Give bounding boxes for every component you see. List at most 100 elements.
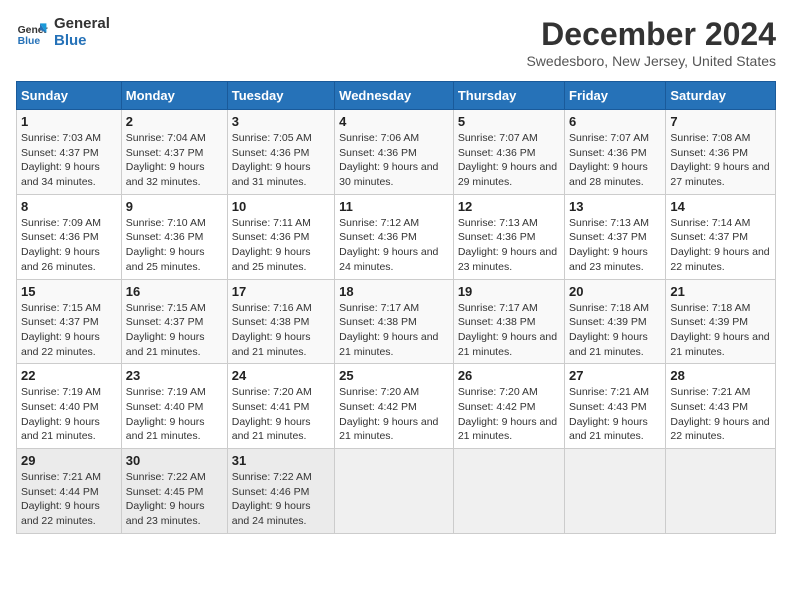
day-number: 21 [670, 284, 771, 299]
day-cell: 5 Sunrise: 7:07 AM Sunset: 4:36 PM Dayli… [453, 110, 564, 195]
day-number: 19 [458, 284, 560, 299]
day-cell: 15 Sunrise: 7:15 AM Sunset: 4:37 PM Dayl… [17, 279, 122, 364]
day-cell: 26 Sunrise: 7:20 AM Sunset: 4:42 PM Dayl… [453, 364, 564, 449]
day-number: 24 [232, 368, 330, 383]
logo-icon: General Blue [16, 17, 48, 49]
day-number: 15 [21, 284, 117, 299]
column-header-tuesday: Tuesday [227, 82, 334, 110]
svg-text:Blue: Blue [18, 36, 41, 47]
day-number: 5 [458, 114, 560, 129]
day-number: 28 [670, 368, 771, 383]
header-row: SundayMondayTuesdayWednesdayThursdayFrid… [17, 82, 776, 110]
day-number: 14 [670, 199, 771, 214]
day-number: 30 [126, 453, 223, 468]
day-cell [453, 449, 564, 534]
day-info: Sunrise: 7:07 AM Sunset: 4:36 PM Dayligh… [569, 131, 661, 190]
day-number: 13 [569, 199, 661, 214]
logo: General Blue General Blue [16, 16, 110, 49]
day-cell: 31 Sunrise: 7:22 AM Sunset: 4:46 PM Dayl… [227, 449, 334, 534]
day-number: 3 [232, 114, 330, 129]
day-cell: 1 Sunrise: 7:03 AM Sunset: 4:37 PM Dayli… [17, 110, 122, 195]
day-info: Sunrise: 7:17 AM Sunset: 4:38 PM Dayligh… [339, 301, 449, 360]
day-info: Sunrise: 7:22 AM Sunset: 4:46 PM Dayligh… [232, 470, 330, 529]
day-number: 22 [21, 368, 117, 383]
week-row-5: 29 Sunrise: 7:21 AM Sunset: 4:44 PM Dayl… [17, 449, 776, 534]
day-cell: 2 Sunrise: 7:04 AM Sunset: 4:37 PM Dayli… [121, 110, 227, 195]
day-info: Sunrise: 7:18 AM Sunset: 4:39 PM Dayligh… [569, 301, 661, 360]
day-info: Sunrise: 7:18 AM Sunset: 4:39 PM Dayligh… [670, 301, 771, 360]
day-number: 1 [21, 114, 117, 129]
day-info: Sunrise: 7:19 AM Sunset: 4:40 PM Dayligh… [126, 385, 223, 444]
day-cell: 16 Sunrise: 7:15 AM Sunset: 4:37 PM Dayl… [121, 279, 227, 364]
column-header-friday: Friday [565, 82, 666, 110]
day-info: Sunrise: 7:15 AM Sunset: 4:37 PM Dayligh… [126, 301, 223, 360]
day-info: Sunrise: 7:16 AM Sunset: 4:38 PM Dayligh… [232, 301, 330, 360]
logo-line2: Blue [54, 33, 110, 50]
day-cell: 25 Sunrise: 7:20 AM Sunset: 4:42 PM Dayl… [335, 364, 454, 449]
day-info: Sunrise: 7:03 AM Sunset: 4:37 PM Dayligh… [21, 131, 117, 190]
day-cell: 17 Sunrise: 7:16 AM Sunset: 4:38 PM Dayl… [227, 279, 334, 364]
day-cell: 13 Sunrise: 7:13 AM Sunset: 4:37 PM Dayl… [565, 194, 666, 279]
page-header: General Blue General Blue December 2024 … [16, 16, 776, 69]
day-cell: 24 Sunrise: 7:20 AM Sunset: 4:41 PM Dayl… [227, 364, 334, 449]
day-number: 16 [126, 284, 223, 299]
day-number: 12 [458, 199, 560, 214]
day-cell: 22 Sunrise: 7:19 AM Sunset: 4:40 PM Dayl… [17, 364, 122, 449]
day-cell: 6 Sunrise: 7:07 AM Sunset: 4:36 PM Dayli… [565, 110, 666, 195]
day-cell: 4 Sunrise: 7:06 AM Sunset: 4:36 PM Dayli… [335, 110, 454, 195]
day-cell: 27 Sunrise: 7:21 AM Sunset: 4:43 PM Dayl… [565, 364, 666, 449]
day-info: Sunrise: 7:07 AM Sunset: 4:36 PM Dayligh… [458, 131, 560, 190]
day-cell: 20 Sunrise: 7:18 AM Sunset: 4:39 PM Dayl… [565, 279, 666, 364]
day-info: Sunrise: 7:04 AM Sunset: 4:37 PM Dayligh… [126, 131, 223, 190]
day-info: Sunrise: 7:15 AM Sunset: 4:37 PM Dayligh… [21, 301, 117, 360]
day-info: Sunrise: 7:13 AM Sunset: 4:37 PM Dayligh… [569, 216, 661, 275]
week-row-2: 8 Sunrise: 7:09 AM Sunset: 4:36 PM Dayli… [17, 194, 776, 279]
day-info: Sunrise: 7:12 AM Sunset: 4:36 PM Dayligh… [339, 216, 449, 275]
day-number: 27 [569, 368, 661, 383]
column-header-thursday: Thursday [453, 82, 564, 110]
day-cell: 11 Sunrise: 7:12 AM Sunset: 4:36 PM Dayl… [335, 194, 454, 279]
day-number: 11 [339, 199, 449, 214]
day-info: Sunrise: 7:17 AM Sunset: 4:38 PM Dayligh… [458, 301, 560, 360]
column-header-wednesday: Wednesday [335, 82, 454, 110]
day-number: 4 [339, 114, 449, 129]
day-info: Sunrise: 7:09 AM Sunset: 4:36 PM Dayligh… [21, 216, 117, 275]
day-cell [565, 449, 666, 534]
day-number: 29 [21, 453, 117, 468]
day-cell: 12 Sunrise: 7:13 AM Sunset: 4:36 PM Dayl… [453, 194, 564, 279]
month-title: December 2024 [526, 16, 776, 53]
day-cell: 9 Sunrise: 7:10 AM Sunset: 4:36 PM Dayli… [121, 194, 227, 279]
day-cell [666, 449, 776, 534]
week-row-1: 1 Sunrise: 7:03 AM Sunset: 4:37 PM Dayli… [17, 110, 776, 195]
day-cell: 10 Sunrise: 7:11 AM Sunset: 4:36 PM Dayl… [227, 194, 334, 279]
day-info: Sunrise: 7:20 AM Sunset: 4:42 PM Dayligh… [458, 385, 560, 444]
column-header-saturday: Saturday [666, 82, 776, 110]
day-number: 31 [232, 453, 330, 468]
day-info: Sunrise: 7:10 AM Sunset: 4:36 PM Dayligh… [126, 216, 223, 275]
day-number: 20 [569, 284, 661, 299]
day-info: Sunrise: 7:11 AM Sunset: 4:36 PM Dayligh… [232, 216, 330, 275]
day-info: Sunrise: 7:21 AM Sunset: 4:43 PM Dayligh… [569, 385, 661, 444]
day-cell: 7 Sunrise: 7:08 AM Sunset: 4:36 PM Dayli… [666, 110, 776, 195]
day-number: 7 [670, 114, 771, 129]
day-cell: 19 Sunrise: 7:17 AM Sunset: 4:38 PM Dayl… [453, 279, 564, 364]
day-info: Sunrise: 7:06 AM Sunset: 4:36 PM Dayligh… [339, 131, 449, 190]
week-row-3: 15 Sunrise: 7:15 AM Sunset: 4:37 PM Dayl… [17, 279, 776, 364]
day-cell: 21 Sunrise: 7:18 AM Sunset: 4:39 PM Dayl… [666, 279, 776, 364]
day-cell: 8 Sunrise: 7:09 AM Sunset: 4:36 PM Dayli… [17, 194, 122, 279]
column-header-monday: Monday [121, 82, 227, 110]
day-info: Sunrise: 7:05 AM Sunset: 4:36 PM Dayligh… [232, 131, 330, 190]
day-number: 18 [339, 284, 449, 299]
day-info: Sunrise: 7:13 AM Sunset: 4:36 PM Dayligh… [458, 216, 560, 275]
day-cell [335, 449, 454, 534]
day-number: 10 [232, 199, 330, 214]
day-cell: 29 Sunrise: 7:21 AM Sunset: 4:44 PM Dayl… [17, 449, 122, 534]
day-info: Sunrise: 7:21 AM Sunset: 4:43 PM Dayligh… [670, 385, 771, 444]
day-cell: 28 Sunrise: 7:21 AM Sunset: 4:43 PM Dayl… [666, 364, 776, 449]
day-number: 8 [21, 199, 117, 214]
day-number: 2 [126, 114, 223, 129]
day-cell: 18 Sunrise: 7:17 AM Sunset: 4:38 PM Dayl… [335, 279, 454, 364]
week-row-4: 22 Sunrise: 7:19 AM Sunset: 4:40 PM Dayl… [17, 364, 776, 449]
day-number: 23 [126, 368, 223, 383]
day-number: 9 [126, 199, 223, 214]
